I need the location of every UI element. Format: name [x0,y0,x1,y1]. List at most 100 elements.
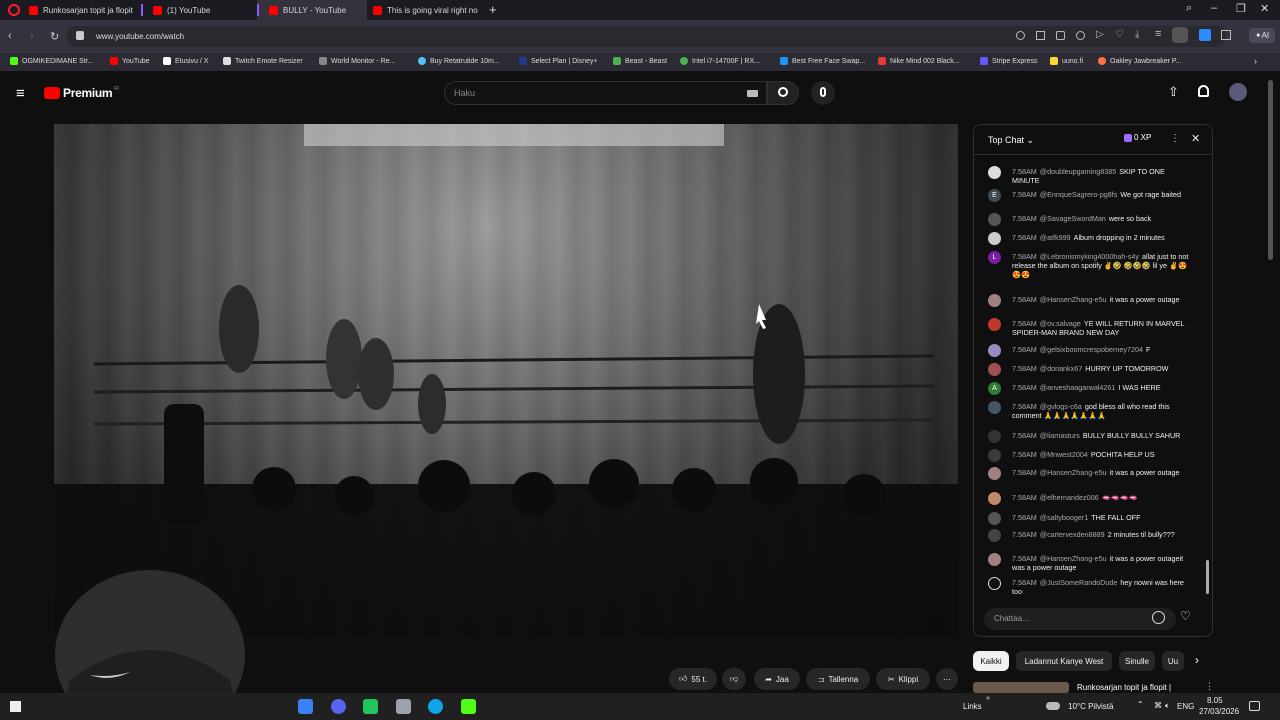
browser-search-icon[interactable]: ⌕ [1186,2,1192,15]
windows-start-icon[interactable] [10,701,21,712]
links-overflow-icon[interactable]: » [986,695,990,702]
bookmark-label: Twitch Emote Resizer [235,57,303,65]
bookmark-4[interactable]: Twitch Emote Resizer [223,57,303,65]
emoji-icon[interactable] [1152,611,1165,624]
bookmark-2[interactable]: YouTube [110,57,150,65]
chat-input[interactable]: Chattaa... [984,608,1176,630]
chat-close-icon[interactable]: ✕ [1191,132,1200,145]
page-scrollbar[interactable] [1268,80,1273,260]
play-icon[interactable]: ▷ [1096,29,1104,40]
figure [219,285,259,373]
more-actions-button[interactable]: ⋯ [936,668,958,690]
edit-icon[interactable] [1036,31,1045,40]
cloud-icon [1046,702,1060,710]
weather-text[interactable]: 10°C Pilvistä [1068,702,1113,711]
tab-1[interactable]: Runkosarjan topit ja flopit [23,0,141,20]
extension-icon[interactable] [1199,29,1211,41]
notifications-icon[interactable] [1249,701,1260,711]
new-tab-plus-icon[interactable]: + [489,2,497,17]
browser-menu-icon[interactable] [8,4,20,16]
menu-lines-icon[interactable]: ≡ [1155,28,1161,40]
message-body: 7.58AM @JustSomeRandoDude hey nowni was he… [1012,578,1192,596]
chip-for-you[interactable]: Sinulle [1119,651,1155,671]
xp-badge[interactable]: 0 XP [1124,133,1151,142]
app-green-icon[interactable] [363,699,378,714]
account-avatar[interactable] [1229,83,1247,101]
cube-icon[interactable] [1221,30,1231,40]
recommendation-more-icon[interactable]: ⋮ [1205,682,1213,692]
clock-date[interactable]: 27/03/2026 [1199,707,1239,716]
bookmarks-overflow-icon[interactable]: › [1254,56,1257,66]
bookmark-3[interactable]: Etusivu / X [163,57,208,65]
chat-scrollbar[interactable] [1206,560,1209,594]
language-indicator[interactable]: ENG [1177,702,1194,711]
search-button[interactable] [767,81,799,105]
forward-icon[interactable]: › [30,30,34,42]
volume-icon[interactable]: 🔈︎ [1165,701,1170,711]
chat-mode-dropdown[interactable]: Top Chat ⌄ [988,135,1034,146]
bookmark-11[interactable]: Nike Mind 002 Black... [878,57,960,65]
bookmark-6[interactable]: Buy Retatrutide 10m... [418,57,500,65]
bookmark-label: Stripe Express [992,57,1038,65]
url-field[interactable]: www.youtube.com/watch [66,26,1226,47]
tab-3-active[interactable]: BULLY - YouTube [257,0,367,20]
copilot-icon[interactable] [298,699,313,714]
video-player[interactable] [54,124,958,637]
edge-icon[interactable] [428,699,443,714]
app-shield-icon[interactable] [396,699,411,714]
chip-all[interactable]: Kaikki [973,651,1009,671]
bell-icon[interactable] [1198,85,1209,97]
hamburger-menu-icon[interactable]: ≡ [16,85,25,102]
upload-icon[interactable]: ⇧ [1168,84,1179,100]
bookmark-14[interactable]: Oakley Jawbreaker P... [1098,57,1181,65]
chips-next-icon[interactable]: › [1195,653,1199,667]
save-button[interactable]: ⊐ Tallenna [806,668,870,690]
message-body: 7.58AM @ov.salvage YE WILL RETURN IN MARVE… [1012,319,1192,337]
search-input[interactable]: Haku [444,81,767,105]
discord-icon[interactable] [331,699,346,714]
bookmark-10[interactable]: Best Free Face Swap... [780,57,865,65]
heart-reaction-icon[interactable]: ♡ [1180,609,1191,623]
zoom-icon[interactable] [1016,31,1025,40]
ai-button[interactable]: ✦AI [1249,28,1275,43]
chat-more-icon[interactable]: ⋮ [1170,133,1180,144]
recommendation-item[interactable]: Runkosarjan topit ja flopit | ⋮ [973,682,1213,693]
maximize-icon[interactable]: ❐ [1236,2,1246,15]
network-icon[interactable]: ⌘ [1154,701,1162,710]
heart-icon[interactable]: ♡ [1115,29,1124,40]
chip-new[interactable]: Uu [1162,651,1184,671]
tab-4[interactable]: This is going viral right no [367,0,485,20]
links-toolbar[interactable]: Links [963,702,982,711]
tray-chevron-icon[interactable]: ⌃ [1137,700,1144,709]
keyboard-icon[interactable] [747,90,758,97]
back-icon[interactable]: ‹ [8,30,12,42]
dislike-button[interactable]: 👎︎ [722,668,746,690]
bookmark-12[interactable]: Stripe Express [980,57,1038,65]
like-button[interactable]: 👍︎ 55 t. [669,668,717,690]
tab-label: BULLY - YouTube [283,5,347,15]
chip-uploader[interactable]: Ladannut Kanye West [1016,651,1112,671]
kick-icon[interactable] [461,699,476,714]
download-icon[interactable]: ⤓ [1135,29,1139,40]
bookmark-7[interactable]: Select Plan | Disney+ [519,57,598,65]
share-button[interactable]: ➦ Jaa [754,668,800,690]
message-body: 7.58AM @liamasturs BULLY BULLY BULLY SAHUR [1012,431,1192,440]
clip-button[interactable]: ✂ Klippi [876,668,930,690]
reload-icon[interactable]: ↻ [50,30,59,43]
close-window-icon[interactable]: ✕ [1260,2,1269,15]
tab-2[interactable]: (1) YouTube [141,0,257,20]
bookmark-8[interactable]: Beast - Beast [613,57,667,65]
profile-icon[interactable] [1172,27,1188,43]
camera-icon[interactable] [1056,31,1065,40]
voice-search-button[interactable] [811,81,835,105]
tab-label: This is going viral right no [387,5,478,15]
bookmark-9[interactable]: Intel i7-14700F | RX... [680,57,760,65]
minimize-icon[interactable]: – [1211,2,1217,14]
bookmark-1[interactable]: OGMIKEDIMANE Str... [10,57,94,65]
bookmark-5[interactable]: World Monitor - Re... [319,57,395,65]
shield-icon[interactable] [1076,31,1085,40]
youtube-premium-logo[interactable]: Premium FI [44,86,119,100]
clock-time[interactable]: 8.05 [1207,696,1223,705]
bookmark-13[interactable]: uuno.fi [1050,57,1083,65]
chip-label: Kaikki [980,656,1002,666]
